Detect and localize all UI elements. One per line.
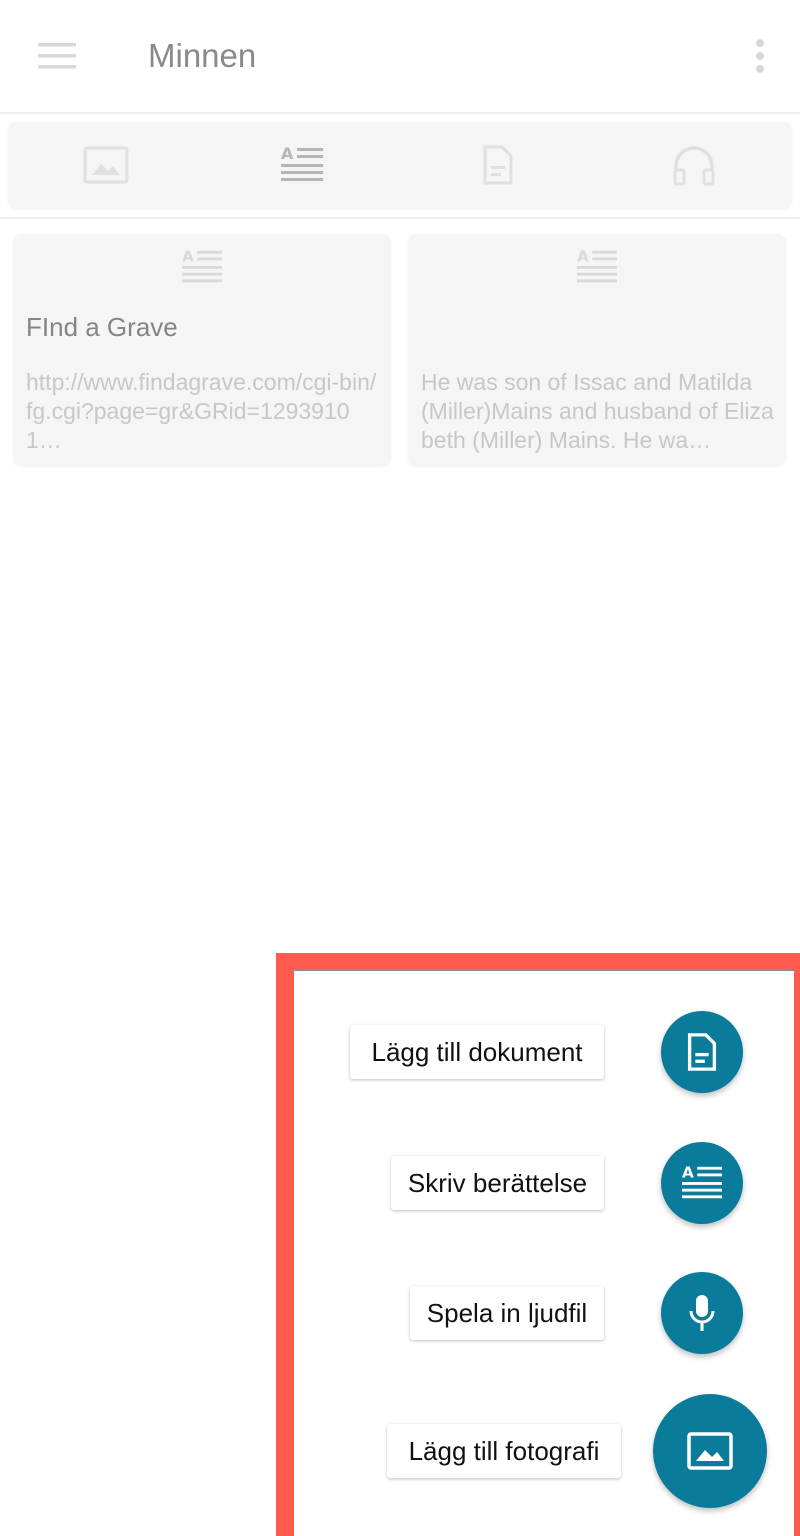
headphones-icon [673, 146, 715, 186]
svg-text:A: A [182, 247, 194, 265]
story-text-icon: A [281, 144, 323, 181]
story-text-icon: A [577, 247, 617, 283]
svg-text:A: A [281, 144, 294, 163]
card-title: FInd a Grave [26, 312, 178, 342]
card-text: He was son of Issac and Matilda (Miller)… [421, 369, 774, 453]
card-text: http://www.findagrave.com/cgi-bin/fg.cgi… [26, 369, 377, 453]
document-icon [483, 145, 513, 185]
story-text-icon: A [682, 1163, 722, 1199]
microphone-icon [689, 1295, 715, 1331]
memory-card[interactable]: A FInd a Grave http://www.findagrave.com… [13, 234, 391, 466]
memory-card[interactable]: A He was son of Issac and Matilda (Mille… [408, 234, 786, 466]
write-story-button[interactable]: A [661, 1142, 743, 1224]
svg-text:A: A [682, 1163, 694, 1181]
filter-tab-documents[interactable] [400, 122, 596, 208]
add-document-label[interactable]: Lägg till dokument [350, 1025, 604, 1079]
highlight-divider [294, 969, 792, 971]
record-audio-button[interactable] [661, 1272, 743, 1354]
app-bar: Minnen [0, 0, 800, 114]
filter-tab-audio[interactable] [596, 122, 792, 208]
page-title: Minnen [148, 37, 257, 74]
divider [0, 217, 800, 219]
document-icon [687, 1033, 717, 1071]
record-audio-label[interactable]: Spela in ljudfil [410, 1286, 604, 1340]
filter-tab-photos[interactable] [8, 122, 204, 208]
filter-bar: A [8, 122, 792, 208]
add-document-button[interactable] [661, 1011, 743, 1093]
image-icon [687, 1432, 733, 1470]
svg-text:A: A [577, 247, 589, 265]
menu-button[interactable] [30, 34, 84, 78]
card-type-icon: A [180, 242, 224, 292]
image-icon [83, 146, 129, 184]
write-story-label[interactable]: Skriv berättelse [391, 1156, 604, 1210]
story-text-icon: A [182, 247, 222, 283]
card-type-icon: A [575, 242, 619, 292]
more-options-button[interactable] [740, 34, 780, 78]
hamburger-menu-icon [38, 43, 76, 69]
add-photo-button[interactable] [653, 1394, 767, 1508]
more-vert-icon [756, 39, 764, 73]
add-photo-label[interactable]: Lägg till fotografi [387, 1424, 621, 1478]
filter-tab-stories[interactable]: A [204, 122, 400, 208]
